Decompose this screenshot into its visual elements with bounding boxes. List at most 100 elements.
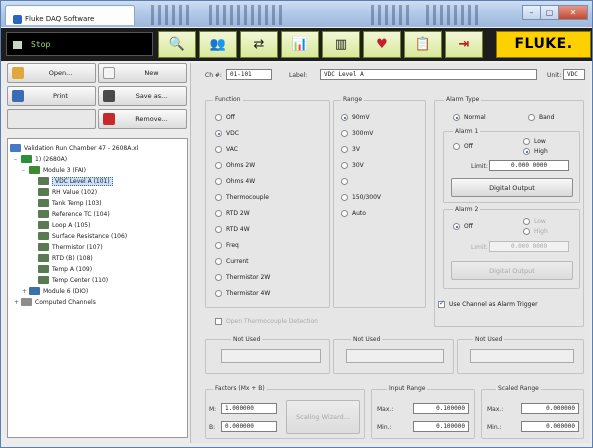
collapse-icon[interactable]: – [22,167,29,174]
report-button[interactable]: 📋 [404,31,442,58]
function-rtd4w-radio[interactable]: RTD 4W [215,226,250,233]
close-button[interactable]: ✕ [558,5,588,20]
channel-label-field[interactable]: VDC Level A [320,69,537,80]
channel-icon [38,177,49,185]
alarm1-low-radio[interactable]: Low [523,138,546,145]
factor-m-field[interactable]: 1.000000 [221,403,277,414]
tree-item[interactable]: Thermistor (107) [38,242,103,252]
alarm2-high-radio[interactable]: High [523,228,548,235]
unit-field[interactable]: VDC [563,69,585,80]
collapse-icon[interactable]: – [14,156,21,163]
radio-label: 30V [352,162,364,169]
exit-button[interactable]: ⇥ [445,31,483,58]
trend-button[interactable]: ▥ [322,31,360,58]
function-vac-radio[interactable]: VAC [215,146,238,153]
tree-item[interactable]: RH Value (102) [38,187,97,197]
scaled-min-field[interactable]: 0.000000 [521,421,579,432]
alarm2-limit-field[interactable]: 0.000 0000 [489,241,569,252]
tree-item-label: Temp A (109) [52,265,93,273]
computer-icon [10,144,21,152]
window-title-tab[interactable]: Fluke DAQ Software [5,5,135,25]
channel-icon [38,199,49,207]
function-thermocouple-radio[interactable]: Thermocouple [215,194,269,201]
range-auto-radio[interactable]: Auto [341,210,366,217]
function-thermistor2w-radio[interactable]: Thermistor 2W [215,274,270,281]
range-blank-radio[interactable] [341,178,352,185]
scaled-max-field[interactable]: 0.000000 [521,403,579,414]
tree-item[interactable]: Temp Center (110) [38,275,108,285]
radio-label: High [534,228,548,235]
radio-label: VDC [226,130,239,137]
range-90mv-radio[interactable]: 90mV [341,114,370,121]
tree-item-selected[interactable]: VDC Level A (101) [38,176,113,186]
range-30v-radio[interactable]: 30V [341,162,364,169]
input-min-field[interactable]: 0.100000 [413,421,469,432]
function-freq-radio[interactable]: Freq [215,242,239,249]
alarm1-off-radio[interactable]: Off [453,143,473,150]
save-as-button[interactable]: Save as... [98,86,187,106]
tree-item[interactable]: Validation Run Chamber 47 - 2608A.xl [10,143,138,153]
tree-item[interactable]: Surface Resistance (106) [38,231,127,241]
range-3v-radio[interactable]: 3V [341,146,360,153]
radio-label: Thermistor 2W [226,274,271,281]
tree-item[interactable]: Reference TC (104) [38,209,110,219]
radio-icon [215,274,222,281]
print-button-label: Print [53,92,68,100]
tree-item-label: Reference TC (104) [52,210,110,218]
open-tc-detection-checkbox[interactable]: Open Thermocouple Detection [215,318,318,325]
channel-icon [38,243,49,251]
minimize-button[interactable]: – [522,5,541,20]
function-ohms4w-radio[interactable]: Ohms 4W [215,178,255,185]
range-150-300v-radio[interactable]: 150/300V [341,194,381,201]
expand-icon[interactable]: + [14,299,21,306]
alarm-type-normal-radio[interactable]: Normal [453,114,486,121]
open-button[interactable]: Open... [7,63,96,83]
tree-item[interactable]: Tank Temp (103) [38,198,102,208]
instrument-button[interactable]: 👥 [199,31,237,58]
channel-tree[interactable]: Validation Run Chamber 47 - 2608A.xl – 1… [7,138,188,438]
range-300mv-radio[interactable]: 300mV [341,130,373,137]
network-button[interactable]: ⇄ [240,31,278,58]
radio-icon [341,130,348,137]
channel-icon [38,276,49,284]
new-button[interactable]: New [98,63,187,83]
tree-item[interactable]: – 1) (2680A) [14,154,67,164]
function-vdc-radio[interactable]: VDC [215,130,239,137]
channel-number-label: Ch #: [205,72,222,79]
tree-item[interactable]: + Module 6 (DIO) [22,286,88,296]
tree-item[interactable]: Temp A (109) [38,264,92,274]
alarm1-limit-field[interactable]: 0.000 0000 [489,160,569,171]
radio-label: Ohms 2W [226,162,256,169]
function-off-radio[interactable]: Off [215,114,235,121]
alarm2-off-radio[interactable]: Off [453,223,473,230]
not-used-title-2: Not Used [351,336,383,343]
scan-button[interactable]: 📊 [281,31,319,58]
search-button[interactable]: 🔍 [158,31,196,58]
alarm-trigger-checkbox[interactable]: Use Channel as Alarm Trigger [438,299,538,308]
remove-button[interactable]: Remove... [98,109,187,129]
alarm1-digital-output-button[interactable]: Digital Output [451,178,573,197]
function-thermistor4w-radio[interactable]: Thermistor 4W [215,290,270,297]
radio-label: RTD 4W [226,226,250,233]
radio-label: 3V [352,146,360,153]
scaling-wizard-button[interactable]: Scaling Wizard... [286,400,360,434]
alarm2-digital-output-button[interactable]: Digital Output [451,261,573,280]
maximize-button[interactable]: ▢ [540,5,559,20]
radio-icon [528,114,535,121]
channel-number-field[interactable]: 01-101 [226,69,272,80]
factor-b-field[interactable]: 0.000000 [221,421,277,432]
input-max-field[interactable]: 0.100000 [413,403,469,414]
alarm-type-band-radio[interactable]: Band [528,114,554,121]
function-current-radio[interactable]: Current [215,258,249,265]
expand-icon[interactable]: + [22,288,29,295]
alarm1-high-radio[interactable]: High [523,148,548,155]
tree-item[interactable]: Loop A (105) [38,220,90,230]
tree-item[interactable]: + Computed Channels [14,297,96,307]
tree-item[interactable]: – Module 3 (FAI) [22,165,86,175]
alarm-button[interactable]: ♥ [363,31,401,58]
alarm2-low-radio[interactable]: Low [523,218,546,225]
print-button[interactable]: Print [7,86,96,106]
tree-item[interactable]: RTD (B) (108) [38,253,93,263]
function-ohms2w-radio[interactable]: Ohms 2W [215,162,255,169]
function-rtd2w-radio[interactable]: RTD 2W [215,210,250,217]
